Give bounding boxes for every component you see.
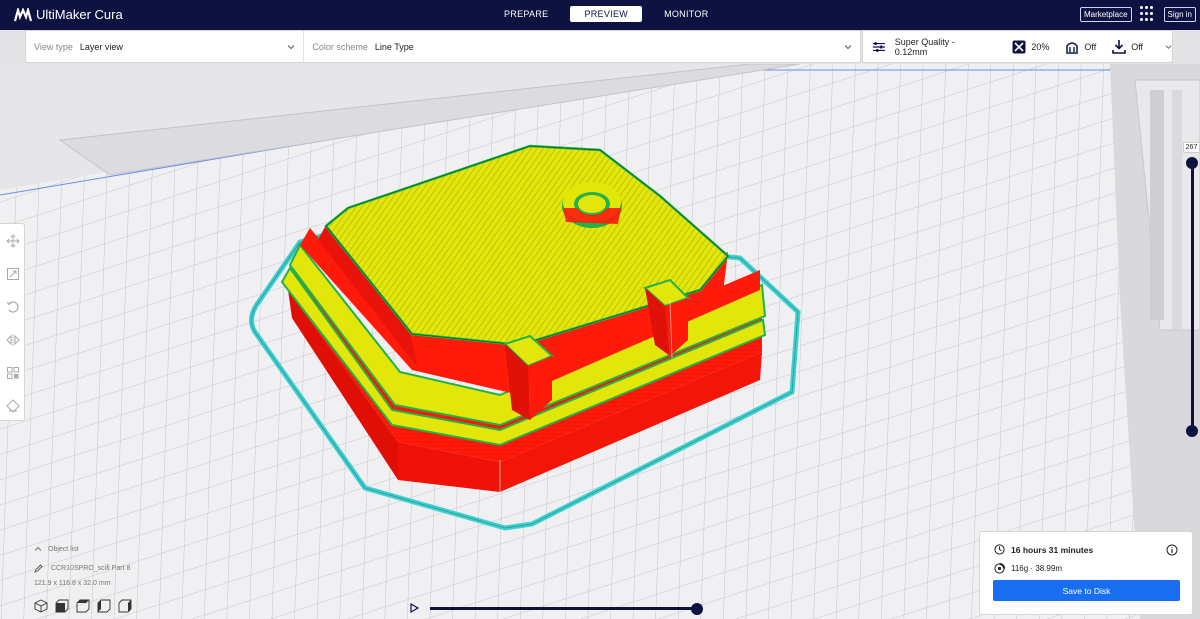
tool-panel (0, 223, 25, 421)
color-scheme-value: Line Type (374, 41, 414, 52)
front-view-icon[interactable] (55, 599, 69, 613)
sign-in-button[interactable]: Sign in (1163, 6, 1196, 22)
material-usage: 116g · 38.99m (1011, 564, 1062, 573)
support-setting: Off (1064, 39, 1096, 55)
support-blocker-icon (5, 398, 20, 413)
profile-value: Super Quality - 0.12mm (894, 36, 955, 57)
tab-preview[interactable]: PREVIEW (570, 6, 643, 22)
clock-icon (994, 544, 1005, 555)
object-list-toggle[interactable]: Object list (34, 545, 79, 553)
camera-view-buttons (34, 599, 132, 613)
print-settings-panel[interactable]: Super Quality - 0.12mm 20% Off Off (862, 30, 1173, 63)
color-scheme-dropdown[interactable]: Color scheme Line Type (304, 31, 860, 62)
support-icon (1066, 41, 1079, 54)
simulation-slider-handle[interactable] (691, 603, 703, 615)
layer-slider-track[interactable] (1191, 162, 1194, 432)
layer-slider-bottom-handle[interactable] (1186, 425, 1198, 437)
per-model-settings-tool[interactable] (0, 356, 25, 389)
marketplace-button[interactable]: Marketplace (1079, 6, 1132, 22)
pencil-icon[interactable] (34, 564, 43, 573)
infill-icon (1012, 40, 1026, 53)
infill-setting: 20% (1011, 39, 1049, 55)
play-icon[interactable] (409, 603, 419, 613)
scale-tool[interactable] (0, 257, 25, 290)
infill-value: 20% (1031, 41, 1050, 52)
adhesion-setting: Off (1111, 39, 1143, 55)
move-icon (6, 234, 19, 247)
tab-monitor[interactable]: MONITOR (650, 6, 722, 22)
app-title: UltiMaker Cura (36, 7, 123, 22)
adhesion-value: Off (1131, 41, 1144, 52)
support-value: Off (1084, 41, 1097, 52)
view-type-dropdown[interactable]: View type Layer view (26, 31, 305, 62)
info-icon[interactable] (1166, 544, 1178, 556)
chevron-down-icon (844, 45, 852, 50)
save-to-disk-button[interactable]: Save to Disk (993, 580, 1180, 601)
stage-tabs: PREPARE PREVIEW MONITOR (490, 6, 723, 22)
print-info-panel: 16 hours 31 minutes 116g · 38.99m Save t… (979, 531, 1193, 615)
chevron-up-icon (34, 546, 42, 551)
view-type-value: Layer view (79, 41, 123, 52)
color-scheme-label: Color scheme (312, 41, 368, 52)
mirror-tool[interactable] (0, 323, 25, 356)
layer-slider-top-handle[interactable] (1186, 157, 1198, 169)
ultimaker-logo-icon (14, 7, 32, 21)
sliders-icon (872, 41, 885, 52)
print-time: 16 hours 31 minutes (1011, 544, 1094, 555)
object-name: CCR10SPRO_scifi Part 8 (51, 565, 131, 572)
object-dimensions: 121.9 x 116.8 x 32.0 mm (34, 580, 111, 587)
tab-prepare[interactable]: PREPARE (490, 6, 562, 22)
object-list: Object list CCR10SPRO_scifi Part 8 121.9… (34, 545, 130, 588)
scale-icon (6, 267, 19, 280)
mirror-icon (5, 333, 20, 346)
left-view-icon[interactable] (97, 599, 111, 613)
apps-grid-icon[interactable] (1139, 6, 1156, 22)
chevron-down-icon (287, 45, 295, 50)
spool-icon (994, 563, 1005, 574)
view-type-label: View type (34, 41, 73, 52)
rotate-tool[interactable] (0, 290, 25, 323)
support-blocker-tool[interactable] (0, 389, 25, 422)
top-layer-number[interactable]: 267 (1183, 142, 1200, 153)
adhesion-icon (1112, 39, 1127, 54)
3d-view-icon[interactable] (34, 599, 48, 613)
move-tool[interactable] (0, 224, 25, 257)
chevron-down-icon (1165, 44, 1172, 49)
app-logo: UltiMaker Cura (14, 7, 123, 22)
top-bar: UltiMaker Cura PREPARE PREVIEW MONITOR M… (0, 0, 1200, 30)
object-list-label: Object list (48, 545, 79, 553)
per-model-settings-icon (6, 366, 19, 379)
rotate-icon (6, 300, 19, 313)
top-view-icon[interactable] (76, 599, 90, 613)
object-name-row[interactable]: CCR10SPRO_scifi Part 8 (34, 564, 130, 573)
right-view-icon[interactable] (118, 599, 132, 613)
profile-setting: Super Quality - 0.12mm (872, 37, 976, 57)
view-controls-panel: View type Layer view Color scheme Line T… (25, 30, 861, 63)
simulation-slider-track[interactable] (430, 607, 697, 610)
